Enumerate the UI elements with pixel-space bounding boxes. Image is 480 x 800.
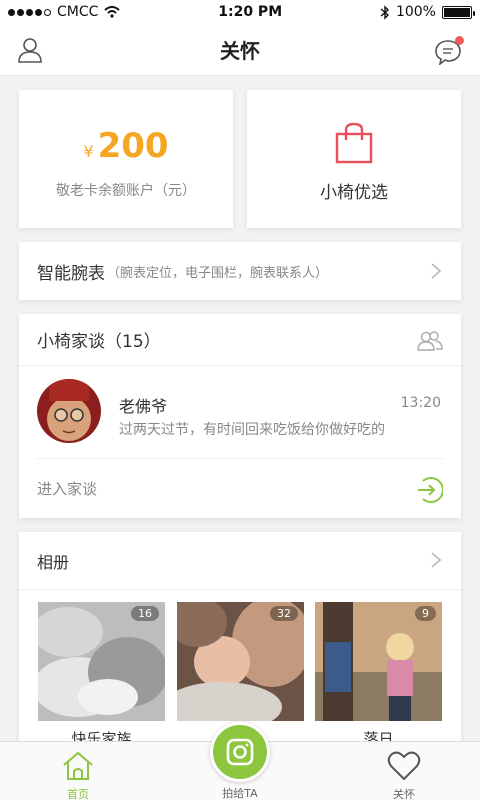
bluetooth-icon bbox=[380, 4, 389, 20]
signal-strength-icon bbox=[8, 8, 51, 16]
message-preview: 过两天过节，有时间回来吃饭给你做好吃的 bbox=[119, 422, 385, 438]
shop-card[interactable]: 小椅优选 bbox=[247, 90, 461, 228]
tab-home-label: 首页 bbox=[67, 788, 89, 800]
shop-label: 小椅优选 bbox=[320, 183, 388, 203]
balance-card[interactable]: ¥ 200 敬老卡余额账户（元） bbox=[19, 90, 233, 228]
camera-icon bbox=[226, 738, 254, 766]
page-title: 关怀 bbox=[220, 39, 260, 63]
family-chat-header[interactable]: 小椅家谈（15） bbox=[19, 314, 461, 366]
chat-message[interactable]: 老佛爷 13:20 过两天过节，有时间回来吃饭给你做好吃的 bbox=[19, 367, 461, 457]
tab-care-label: 关怀 bbox=[393, 788, 415, 800]
carrier-name: CMCC bbox=[57, 4, 99, 20]
notification-dot bbox=[455, 36, 464, 45]
balance-label: 敬老卡余额账户（元） bbox=[56, 183, 196, 199]
smart-watch-row[interactable]: 智能腕表 （腕表定位，电子围栏，腕表联系人） bbox=[19, 242, 461, 300]
camera-button[interactable] bbox=[210, 722, 270, 782]
home-icon bbox=[63, 751, 93, 780]
chevron-right-icon bbox=[431, 263, 442, 279]
tab-home[interactable]: 首页 bbox=[18, 742, 138, 800]
album-photo[interactable]: 32 bbox=[177, 602, 304, 721]
group-icon[interactable] bbox=[417, 330, 443, 352]
chevron-right-icon bbox=[431, 552, 442, 568]
user-icon[interactable] bbox=[16, 36, 44, 64]
photo-count-badge: 32 bbox=[270, 606, 298, 621]
battery-icon bbox=[441, 5, 475, 19]
album-title: 相册 bbox=[37, 552, 70, 572]
album-photo[interactable]: 9 bbox=[315, 602, 442, 721]
battery-percent: 100% bbox=[395, 4, 436, 20]
balance-amount: 200 bbox=[97, 126, 169, 166]
enter-arrow-icon bbox=[418, 477, 443, 503]
tab-care[interactable]: 关怀 bbox=[344, 742, 464, 800]
watch-title: 智能腕表 bbox=[37, 263, 105, 284]
avatar bbox=[37, 379, 101, 443]
camera-label: 拍给TA bbox=[222, 787, 258, 800]
enter-chat-label: 进入家谈 bbox=[37, 480, 98, 498]
clock: 1:20 PM bbox=[218, 4, 283, 20]
family-chat-card: 小椅家谈（15） 老佛爷 13:20 过两天过节，有时间回来吃饭给你做好吃的 进… bbox=[19, 314, 461, 518]
heart-icon bbox=[387, 751, 421, 781]
message-time: 13:20 bbox=[400, 395, 441, 411]
messages-button[interactable] bbox=[434, 36, 466, 65]
nav-bar: 关怀 bbox=[0, 24, 480, 76]
photo-count-badge: 9 bbox=[415, 606, 436, 621]
wifi-icon bbox=[104, 6, 121, 18]
album-photo[interactable]: 16 bbox=[38, 602, 165, 721]
sender-name: 老佛爷 bbox=[119, 397, 168, 416]
enter-chat-row[interactable]: 进入家谈 bbox=[37, 458, 443, 518]
watch-description: （腕表定位，电子围栏，腕表联系人） bbox=[107, 265, 329, 281]
album-header[interactable]: 相册 bbox=[19, 532, 461, 590]
shopping-bag-icon bbox=[335, 122, 373, 164]
currency-symbol: ¥ bbox=[83, 142, 94, 161]
photo-count-badge: 16 bbox=[131, 606, 159, 621]
status-bar: CMCC 1:20 PM 100% bbox=[0, 0, 480, 24]
family-chat-title: 小椅家谈（15） bbox=[37, 332, 161, 352]
